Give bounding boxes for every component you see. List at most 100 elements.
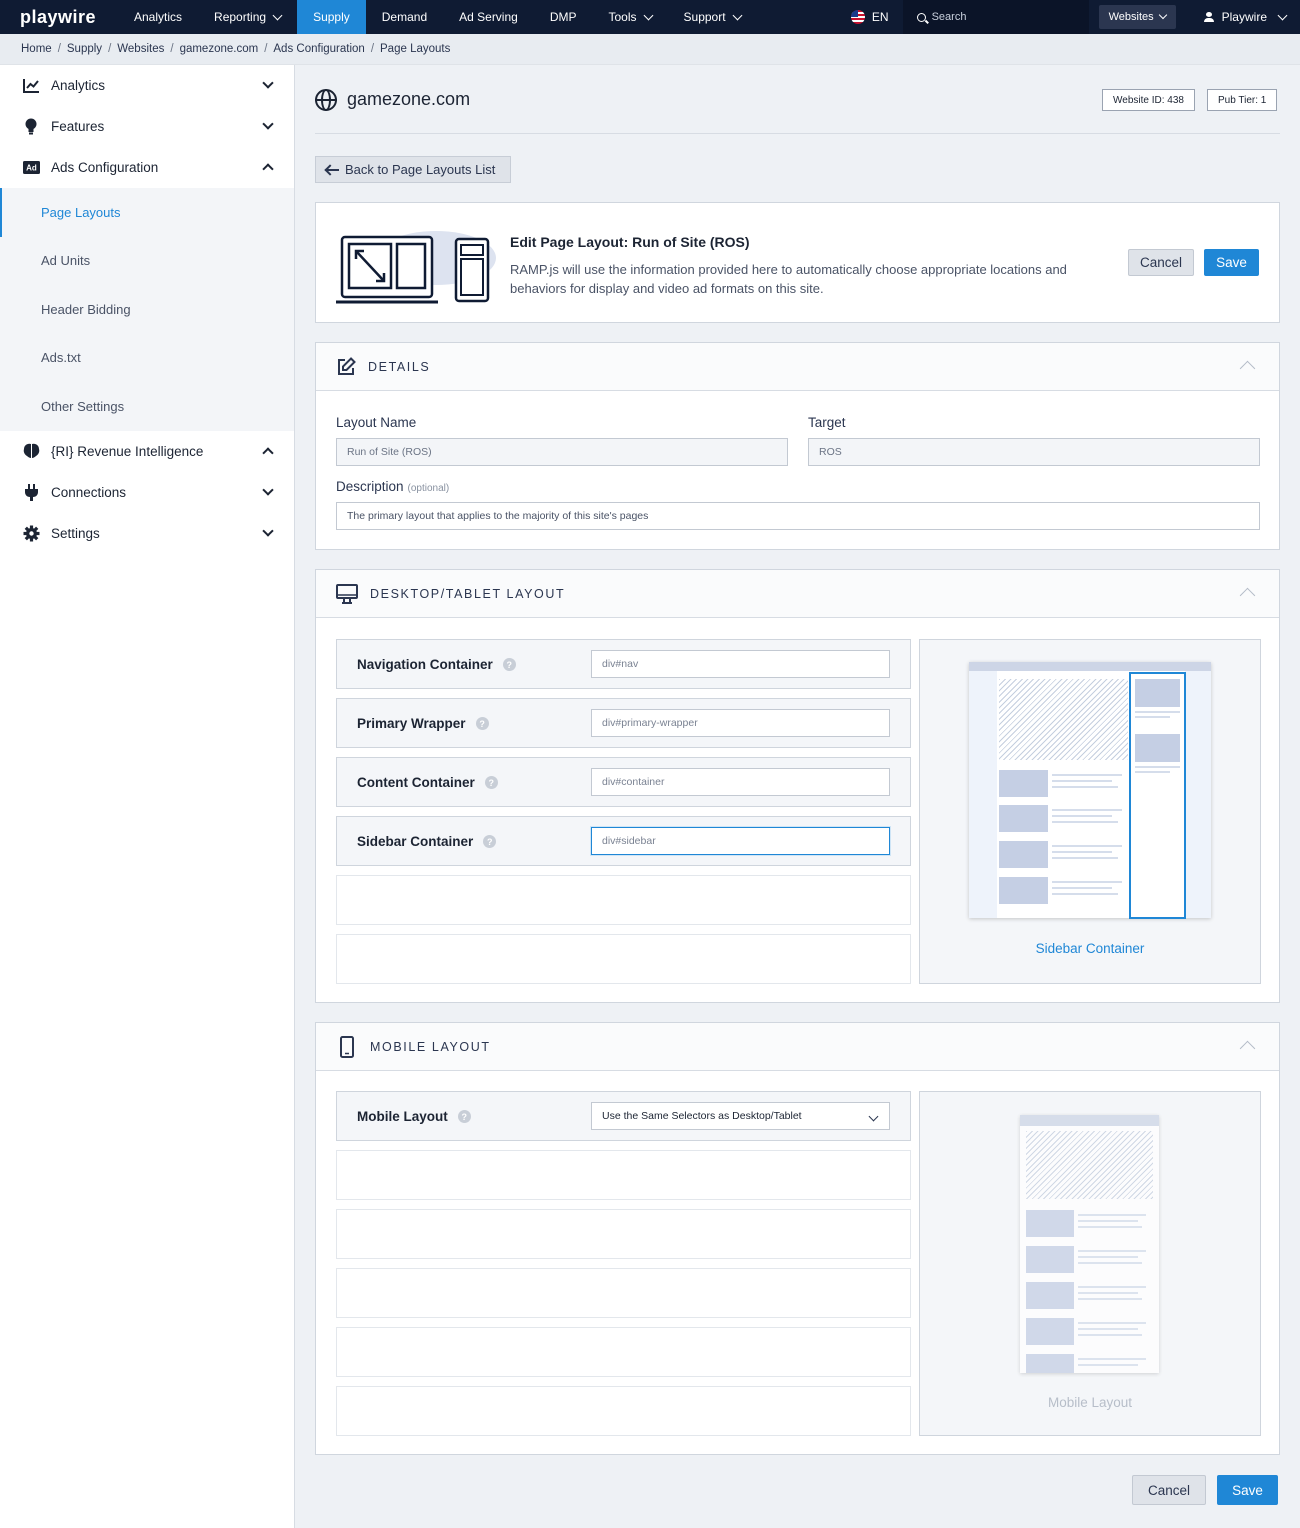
breadcrumb-separator: / xyxy=(264,43,268,55)
content-container-input[interactable]: div#container xyxy=(591,768,890,796)
sidebar-item-connections[interactable]: Connections xyxy=(0,472,294,513)
back-button-label: Back to Page Layouts List xyxy=(345,162,496,177)
desktop-layout-header[interactable]: DESKTOP/TABLET LAYOUT xyxy=(316,570,1279,618)
sidebar-item-revenue-intelligence[interactable]: {RI} Revenue Intelligence xyxy=(0,431,294,472)
mockup-line xyxy=(1052,881,1122,883)
breadcrumb-websites[interactable]: Websites xyxy=(117,43,164,55)
mockup-gutter xyxy=(1185,671,1211,918)
chevron-down-icon xyxy=(262,77,274,89)
mockup-line xyxy=(1078,1322,1146,1324)
nav-reporting[interactable]: Reporting xyxy=(198,0,297,34)
target-label: Target xyxy=(808,415,846,430)
mobile-layout-row: Mobile Layout? Use the Same Selectors as… xyxy=(336,1091,911,1141)
sidebar-item-header-bidding[interactable]: Header Bidding xyxy=(0,285,294,334)
breadcrumb: Home / Supply / Websites / gamezone.com / Ad… xyxy=(0,34,1300,65)
back-to-list-button[interactable]: Back to Page Layouts List xyxy=(315,156,511,183)
footer-cancel-button[interactable]: Cancel xyxy=(1132,1475,1206,1505)
nav-dmp[interactable]: DMP xyxy=(534,0,593,34)
search-placeholder: Search xyxy=(931,11,967,23)
websites-dropdown[interactable]: Websites xyxy=(1098,5,1176,29)
help-icon[interactable]: ? xyxy=(457,1110,471,1123)
help-icon[interactable]: ? xyxy=(475,717,489,730)
optional-hint: (optional) xyxy=(407,483,450,494)
mockup-line xyxy=(1078,1226,1142,1228)
primary-wrapper-input[interactable]: div#primary-wrapper xyxy=(591,709,890,737)
nav-tools[interactable]: Tools xyxy=(593,0,668,34)
footer-save-button[interactable]: Save xyxy=(1217,1475,1278,1505)
nav-label: Supply xyxy=(313,10,350,24)
mockup-line xyxy=(1052,815,1112,817)
search-input[interactable]: Search xyxy=(902,0,1089,34)
monitor-icon xyxy=(336,583,358,604)
mockup-hero xyxy=(1026,1131,1153,1199)
row-label-text: Primary Wrapper xyxy=(357,716,466,731)
nav-demand[interactable]: Demand xyxy=(366,0,443,34)
user-icon xyxy=(1203,12,1214,22)
mockup-line xyxy=(1078,1262,1142,1264)
top-navigation: playwire Analytics Reporting Supply Dema… xyxy=(0,0,1300,34)
details-header[interactable]: DETAILS xyxy=(316,343,1279,391)
nav-label: Demand xyxy=(381,10,428,24)
nav-support[interactable]: Support xyxy=(668,0,757,34)
description-field[interactable]: The primary layout that applies to the m… xyxy=(336,502,1260,530)
mockup-line xyxy=(1078,1286,1146,1288)
breadcrumb-supply[interactable]: Supply xyxy=(67,43,102,55)
breadcrumb-ads-configuration[interactable]: Ads Configuration xyxy=(273,43,364,55)
navigation-container-input[interactable]: div#nav xyxy=(591,650,890,678)
mockup-line xyxy=(1078,1292,1138,1294)
sidebar-container-row: Sidebar Container? div#sidebar xyxy=(336,816,911,866)
user-menu[interactable]: Playwire xyxy=(1176,10,1300,24)
language-selector[interactable]: EN xyxy=(837,10,903,24)
chart-line-icon xyxy=(22,77,40,95)
save-button[interactable]: Save xyxy=(1204,249,1259,276)
mockup-line xyxy=(1078,1334,1142,1336)
mockup-nav xyxy=(1020,1115,1159,1126)
mockup-line xyxy=(1052,809,1122,811)
mockup-hero xyxy=(999,679,1128,760)
mockup-line xyxy=(1078,1250,1146,1252)
mobile-phone-icon xyxy=(340,1035,354,1058)
row-label-text: Mobile Layout xyxy=(357,1109,448,1124)
sidebar-item-ad-units[interactable]: Ad Units xyxy=(0,237,294,286)
sidebar-item-other-settings[interactable]: Other Settings xyxy=(0,382,294,431)
breadcrumb-home[interactable]: Home xyxy=(21,43,52,55)
nav-ad-serving[interactable]: Ad Serving xyxy=(443,0,534,34)
mockup-thumb xyxy=(1026,1210,1074,1237)
sidebar-item-ads-txt[interactable]: Ads.txt xyxy=(0,334,294,383)
target-field[interactable]: ROS xyxy=(808,438,1260,466)
mockup-line xyxy=(1052,780,1112,782)
row-label: Sidebar Container? xyxy=(357,834,497,849)
pub-tier-badge: Pub Tier: 1 xyxy=(1207,89,1278,111)
mobile-layout-header[interactable]: MOBILE LAYOUT xyxy=(316,1023,1279,1071)
sidebar-container-input[interactable]: div#sidebar xyxy=(591,827,890,855)
nav-label: Ad Serving xyxy=(459,10,518,24)
help-icon[interactable]: ? xyxy=(483,835,497,848)
chevron-up-icon[interactable] xyxy=(1239,587,1256,604)
globe-icon xyxy=(315,89,337,111)
sidebar-item-page-layouts[interactable]: Page Layouts xyxy=(0,188,294,237)
nav-supply[interactable]: Supply xyxy=(297,0,366,34)
sidebar-item-analytics[interactable]: Analytics xyxy=(0,65,294,106)
playwire-logo[interactable]: playwire xyxy=(0,0,118,34)
nav-analytics[interactable]: Analytics xyxy=(118,0,198,34)
mobile-layout-select[interactable]: Use the Same Selectors as Desktop/Tablet xyxy=(591,1102,890,1130)
cancel-button[interactable]: Cancel xyxy=(1128,249,1194,276)
layout-name-field[interactable]: Run of Site (ROS) xyxy=(336,438,788,466)
row-label: Content Container? xyxy=(357,775,498,790)
breadcrumb-separator: / xyxy=(57,43,61,55)
sidebar-item-settings[interactable]: Settings xyxy=(0,513,294,554)
sidebar-item-features[interactable]: Features xyxy=(0,106,294,147)
mockup-thumb xyxy=(999,841,1048,868)
breadcrumb-site[interactable]: gamezone.com xyxy=(180,43,259,55)
arrow-left-icon xyxy=(327,168,339,171)
mobile-page-mockup xyxy=(1020,1115,1159,1373)
help-icon[interactable]: ? xyxy=(484,776,498,789)
edit-icon xyxy=(338,356,356,375)
lightbulb-icon xyxy=(22,118,40,136)
chevron-up-icon[interactable] xyxy=(1239,1040,1256,1057)
help-icon[interactable]: ? xyxy=(502,658,516,671)
nav-label: Reporting xyxy=(214,10,267,24)
sidebar-item-ads-configuration[interactable]: Ad Ads Configuration xyxy=(0,147,294,188)
empty-row xyxy=(336,1327,911,1377)
chevron-up-icon[interactable] xyxy=(1239,360,1256,377)
